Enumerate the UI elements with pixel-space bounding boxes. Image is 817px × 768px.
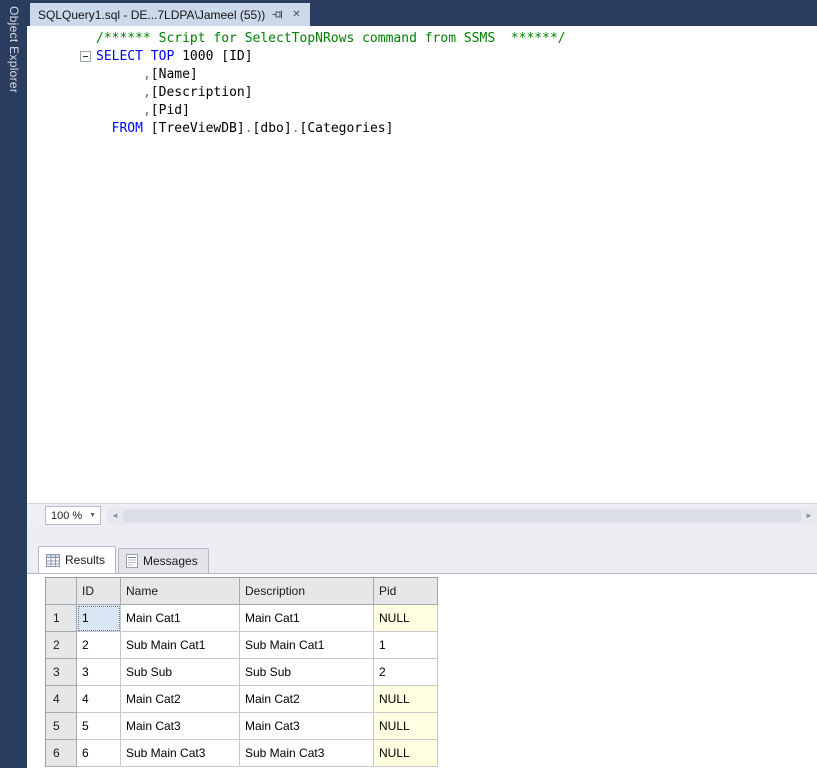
row-header-6[interactable]: 6 bbox=[46, 740, 77, 767]
cell-r2-description[interactable]: Sub Main Cat1 bbox=[240, 632, 374, 659]
column-header-id[interactable]: ID bbox=[77, 578, 121, 605]
grid-row-3: 3 3 Sub Sub Sub Sub 2 bbox=[46, 659, 438, 686]
cell-r6-pid[interactable]: NULL bbox=[374, 740, 438, 767]
cell-r6-id[interactable]: 6 bbox=[77, 740, 121, 767]
cell-r1-id[interactable]: 1 bbox=[77, 605, 121, 632]
row-header-3[interactable]: 3 bbox=[46, 659, 77, 686]
pane-splitter[interactable] bbox=[27, 527, 817, 545]
row-header-5[interactable]: 5 bbox=[46, 713, 77, 740]
column-header-pid[interactable]: Pid bbox=[374, 578, 438, 605]
object-explorer-label: Object Explorer bbox=[7, 6, 21, 94]
cell-r1-pid[interactable]: NULL bbox=[374, 605, 438, 632]
code-line: /****** Script for SelectTopNRows comman… bbox=[96, 31, 566, 46]
document-tab[interactable]: SQLQuery1.sql - DE...7LDPA\Jameel (55)) … bbox=[30, 3, 310, 26]
cell-r5-id[interactable]: 5 bbox=[77, 713, 121, 740]
scrollbar-thumb[interactable] bbox=[123, 509, 801, 522]
code-line: ,[Description] bbox=[142, 85, 253, 100]
document-area: SQLQuery1.sql - DE...7LDPA\Jameel (55)) … bbox=[27, 0, 817, 768]
grid-row-1: 1 1 Main Cat1 Main Cat1 NULL bbox=[46, 605, 438, 632]
cell-r2-id[interactable]: 2 bbox=[77, 632, 121, 659]
cell-r4-id[interactable]: 4 bbox=[77, 686, 121, 713]
object-explorer-tab[interactable]: Object Explorer bbox=[7, 0, 21, 93]
cell-r2-name[interactable]: Sub Main Cat1 bbox=[121, 632, 240, 659]
cell-r1-name[interactable]: Main Cat1 bbox=[121, 605, 240, 632]
cell-r1-description[interactable]: Main Cat1 bbox=[240, 605, 374, 632]
tab-messages[interactable]: Messages bbox=[118, 548, 209, 573]
cell-r3-name[interactable]: Sub Sub bbox=[121, 659, 240, 686]
row-header-1[interactable]: 1 bbox=[46, 605, 77, 632]
cell-r3-description[interactable]: Sub Sub bbox=[240, 659, 374, 686]
cell-r4-pid[interactable]: NULL bbox=[374, 686, 438, 713]
cell-r6-description[interactable]: Sub Main Cat3 bbox=[240, 740, 374, 767]
grid-row-2: 2 2 Sub Main Cat1 Sub Main Cat1 1 bbox=[46, 632, 438, 659]
scroll-right-button[interactable]: ► bbox=[801, 507, 817, 525]
cell-r5-pid[interactable]: NULL bbox=[374, 713, 438, 740]
code-line: ,[Pid] bbox=[142, 103, 190, 118]
object-explorer-strip: Object Explorer bbox=[0, 0, 27, 768]
results-tab-bar: Results Messages bbox=[27, 545, 817, 573]
code-line: ,[Name] bbox=[142, 67, 198, 82]
collapse-toggle-icon[interactable] bbox=[80, 51, 91, 62]
chevron-down-icon: ▼ bbox=[89, 512, 96, 519]
horizontal-scrollbar[interactable]: ◄ ► bbox=[107, 506, 817, 525]
cell-r5-description[interactable]: Main Cat3 bbox=[240, 713, 374, 740]
column-header-description[interactable]: Description bbox=[240, 578, 374, 605]
grid-corner-cell[interactable] bbox=[46, 578, 77, 605]
close-icon[interactable]: ✕ bbox=[290, 9, 302, 21]
pin-icon[interactable] bbox=[272, 9, 283, 20]
results-pane: ID Name Description Pid 1 1 Main Cat1 Main Cat1… bbox=[27, 573, 817, 768]
grid-header-row: ID Name Description Pid bbox=[46, 578, 438, 605]
row-header-2[interactable]: 2 bbox=[46, 632, 77, 659]
code-line: FROM [TreeViewDB].[dbo].[Categories] bbox=[111, 121, 394, 136]
code-line: SELECT TOP 1000 [ID] bbox=[96, 49, 253, 64]
cell-r5-name[interactable]: Main Cat3 bbox=[121, 713, 240, 740]
zoom-combo[interactable]: 100 % ▼ bbox=[45, 506, 101, 525]
results-grid: ID Name Description Pid 1 1 Main Cat1 Main Cat1… bbox=[45, 577, 438, 767]
grid-row-6: 6 6 Sub Main Cat3 Sub Main Cat3 NULL bbox=[46, 740, 438, 767]
cell-r4-name[interactable]: Main Cat2 bbox=[121, 686, 240, 713]
ssms-window: Object Explorer SQLQuery1.sql - DE...7LD… bbox=[0, 0, 817, 768]
row-header-4[interactable]: 4 bbox=[46, 686, 77, 713]
cell-r3-pid[interactable]: 2 bbox=[374, 659, 438, 686]
cell-r2-pid[interactable]: 1 bbox=[374, 632, 438, 659]
sql-editor[interactable]: /****** Script for SelectTopNRows comman… bbox=[27, 26, 817, 503]
code-area[interactable]: /****** Script for SelectTopNRows comman… bbox=[96, 30, 566, 138]
grid-row-4: 4 4 Main Cat2 Main Cat2 NULL bbox=[46, 686, 438, 713]
tab-results-label: Results bbox=[65, 553, 106, 567]
cell-r4-description[interactable]: Main Cat2 bbox=[240, 686, 374, 713]
cell-r3-id[interactable]: 3 bbox=[77, 659, 121, 686]
tab-title: SQLQuery1.sql - DE...7LDPA\Jameel (55)) bbox=[38, 7, 266, 22]
results-grid-icon bbox=[46, 553, 60, 567]
zoom-value: 100 % bbox=[51, 509, 83, 522]
cell-r6-name[interactable]: Sub Main Cat3 bbox=[121, 740, 240, 767]
editor-bottom-bar: 100 % ▼ ◄ ► bbox=[27, 503, 817, 527]
tab-results[interactable]: Results bbox=[38, 546, 117, 573]
messages-icon bbox=[126, 554, 139, 568]
tab-messages-label: Messages bbox=[143, 554, 198, 568]
column-header-name[interactable]: Name bbox=[121, 578, 240, 605]
document-tab-bar: SQLQuery1.sql - DE...7LDPA\Jameel (55)) … bbox=[27, 0, 817, 26]
grid-row-5: 5 5 Main Cat3 Main Cat3 NULL bbox=[46, 713, 438, 740]
scroll-left-button[interactable]: ◄ bbox=[107, 507, 123, 525]
